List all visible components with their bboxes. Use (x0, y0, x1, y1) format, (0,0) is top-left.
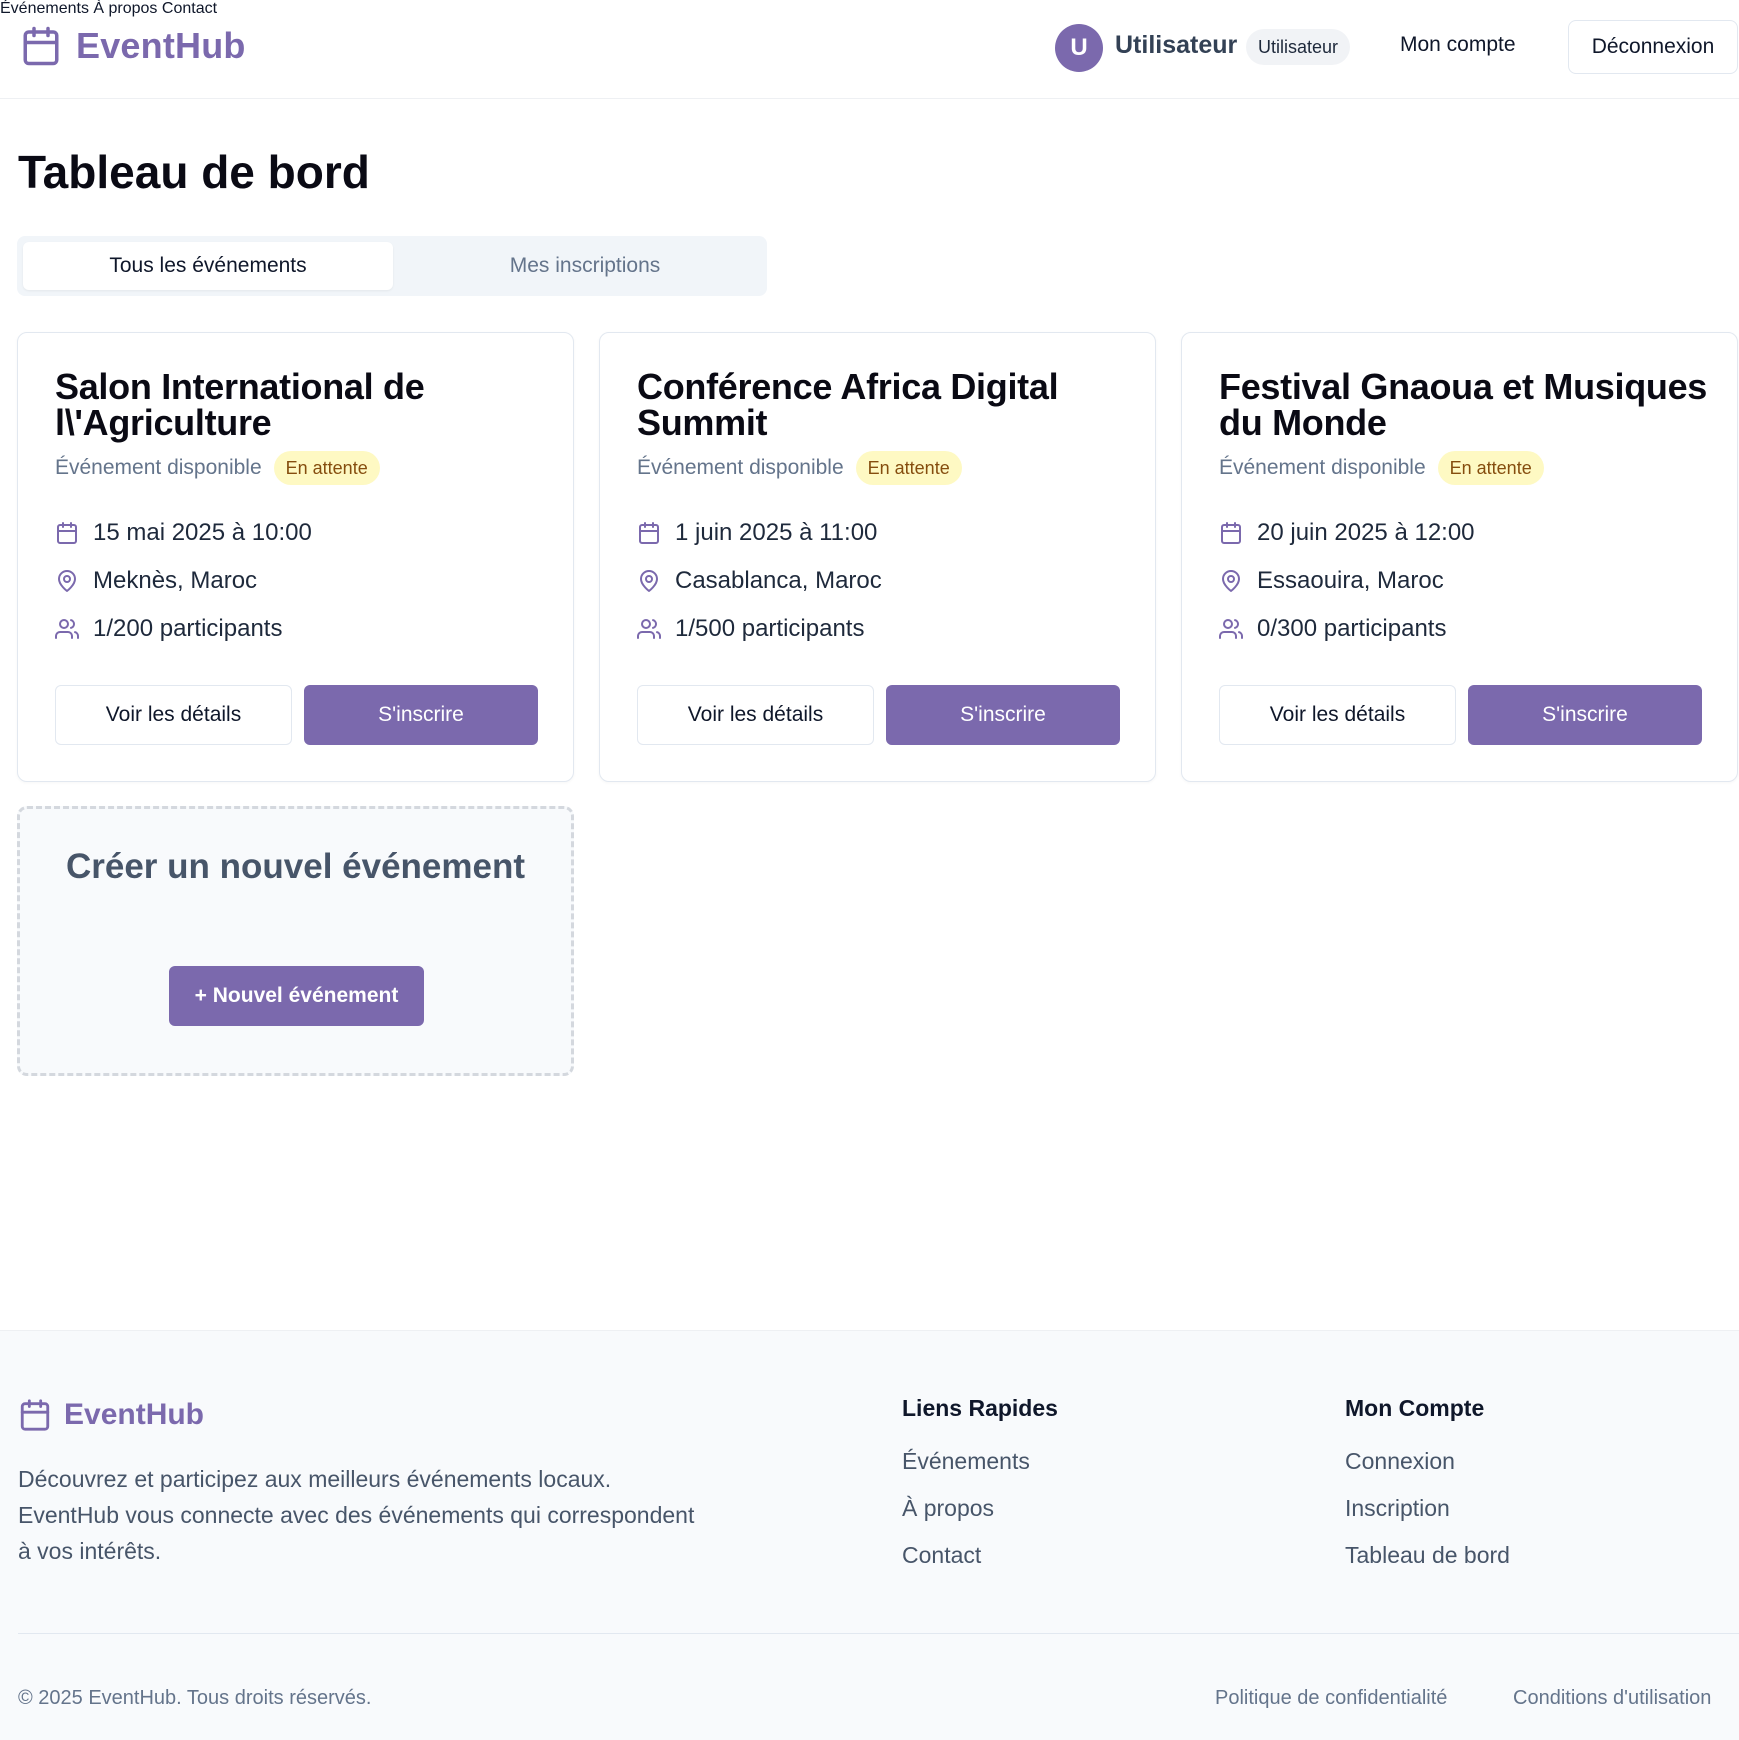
event-date: 15 mai 2025 à 10:00 (93, 519, 312, 546)
calendar-icon (23, 26, 59, 66)
event-card: Conférence Africa Digital Summit Événeme… (599, 332, 1156, 782)
event-date: 1 juin 2025 à 11:00 (675, 519, 878, 546)
event-title: Conférence Africa Digital Summit (637, 366, 1059, 443)
event-location: Essaouira, Maroc (1257, 567, 1444, 594)
users-icon (55, 619, 79, 639)
logout-button[interactable]: Déconnexion (1568, 20, 1738, 74)
footer-link-login[interactable]: Connexion (1345, 1448, 1510, 1475)
event-card: Festival Gnaoua et Musiques du Monde Évé… (1181, 332, 1738, 782)
event-availability: Événement disponible (1219, 456, 1426, 479)
users-icon (637, 619, 661, 639)
calendar-icon (20, 1399, 50, 1431)
brand-name: EventHub (76, 25, 246, 66)
footer-quick-links: Liens Rapides Événements À propos Contac… (902, 1395, 1058, 1589)
nav-link-events[interactable]: Événements (0, 0, 89, 17)
footer-heading: Mon Compte (1345, 1395, 1485, 1421)
event-location: Casablanca, Maroc (675, 567, 882, 594)
status-badge: En attente (855, 451, 962, 485)
role-badge: Utilisateur (1246, 29, 1351, 65)
event-participants: 1/500 participants (675, 615, 865, 642)
map-pin-icon (58, 570, 76, 592)
page-title: Tableau de bord (18, 146, 370, 198)
tab-all-events[interactable]: Tous les événements (23, 242, 393, 290)
footer-brand-name: EventHub (64, 1398, 205, 1431)
user-name: Utilisateur (1115, 31, 1238, 59)
calendar-icon (57, 522, 77, 544)
users-icon (1219, 619, 1243, 639)
footer-link-dashboard[interactable]: Tableau de bord (1345, 1542, 1510, 1569)
brand-logo[interactable]: EventHub (20, 24, 246, 68)
avatar[interactable]: U (1055, 24, 1103, 72)
register-button[interactable]: S'inscrire (886, 685, 1120, 745)
new-event-button[interactable]: + Nouvel événement (169, 966, 424, 1026)
status-badge: En attente (273, 451, 380, 485)
footer-divider (18, 1633, 1739, 1634)
event-participants: 1/200 participants (93, 615, 283, 642)
copyright-text: © 2025 EventHub. Tous droits réservés. (18, 1687, 372, 1709)
dashboard-tabs: Tous les événements Mes inscriptions (17, 236, 767, 296)
nav-link-about[interactable]: À propos (93, 0, 157, 17)
footer-heading: Liens Rapides (902, 1395, 1058, 1421)
event-location: Meknès, Maroc (93, 567, 258, 594)
event-title: Salon International de l\'Agriculture (55, 366, 425, 443)
footer-link-signup[interactable]: Inscription (1345, 1495, 1510, 1522)
event-card: Salon International de l\'Agriculture Év… (17, 332, 574, 782)
event-title: Festival Gnaoua et Musiques du Monde (1219, 366, 1708, 443)
event-participants: 0/300 participants (1257, 615, 1447, 642)
map-pin-icon (1222, 570, 1240, 592)
top-navbar: EventHub Événements À propos Contact U U… (0, 0, 1739, 99)
calendar-icon (639, 522, 659, 544)
event-date: 20 juin 2025 à 12:00 (1257, 519, 1475, 546)
register-button[interactable]: S'inscrire (1468, 685, 1702, 745)
create-event-card: Créer un nouvel événement + Nouvel événe… (17, 806, 574, 1076)
terms-link[interactable]: Conditions d'utilisation (1513, 1687, 1711, 1710)
status-badge: En attente (1437, 451, 1544, 485)
calendar-icon (1221, 522, 1241, 544)
event-availability: Événement disponible (637, 456, 844, 479)
view-details-button[interactable]: Voir les détails (1219, 685, 1456, 745)
register-button[interactable]: S'inscrire (304, 685, 538, 745)
footer-account-links: Mon Compte Connexion Inscription Tableau… (1345, 1395, 1510, 1589)
tab-my-registrations[interactable]: Mes inscriptions (400, 242, 770, 290)
event-availability: Événement disponible (55, 456, 262, 479)
footer-link-about[interactable]: À propos (902, 1495, 1058, 1522)
view-details-button[interactable]: Voir les détails (637, 685, 874, 745)
view-details-button[interactable]: Voir les détails (55, 685, 292, 745)
footer-description: Découvrez et participez aux meilleurs év… (18, 1466, 695, 1564)
nav-link-contact[interactable]: Contact (162, 0, 217, 17)
privacy-policy-link[interactable]: Politique de confidentialité (1215, 1687, 1447, 1710)
footer-brand[interactable]: EventHub (18, 1397, 204, 1433)
footer-link-contact[interactable]: Contact (902, 1542, 1058, 1569)
my-account-link[interactable]: Mon compte (1400, 33, 1516, 57)
footer: EventHub Découvrez et participez aux mei… (0, 1330, 1739, 1740)
create-event-title: Créer un nouvel événement (65, 847, 526, 886)
footer-link-events[interactable]: Événements (902, 1448, 1058, 1475)
map-pin-icon (640, 570, 658, 592)
